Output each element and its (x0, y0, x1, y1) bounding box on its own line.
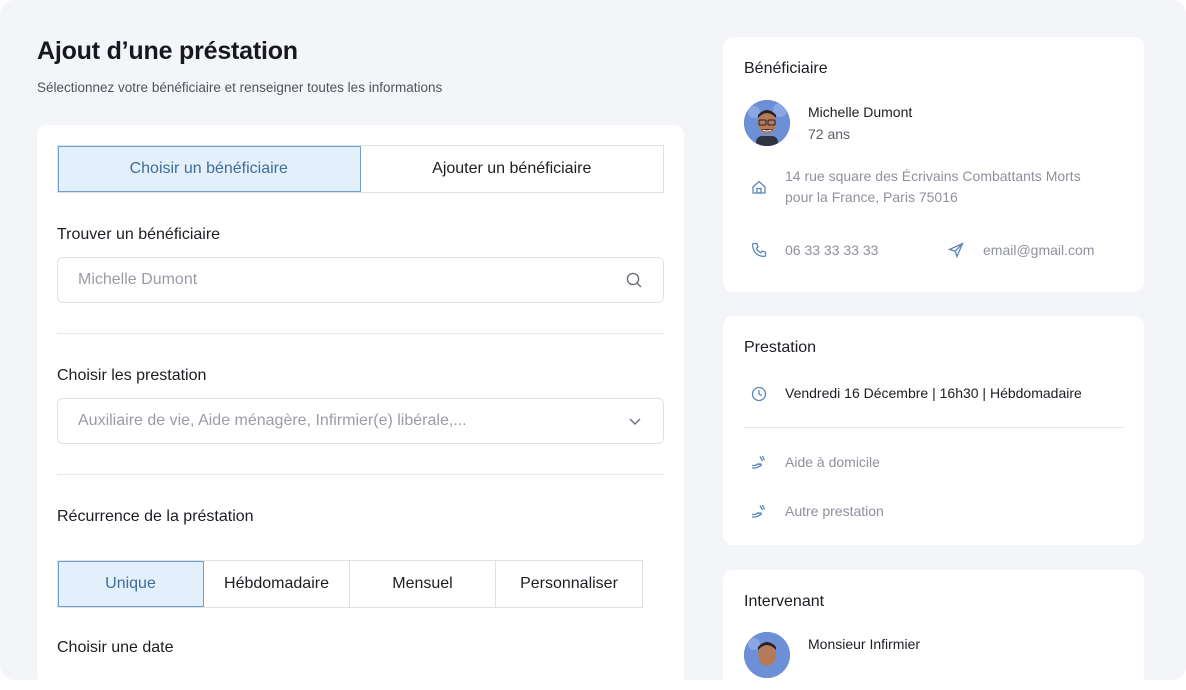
intervenant-card-title: Intervenant (744, 593, 825, 610)
services-label: Choisir les prestation (57, 367, 207, 384)
page-title: Ajout d’une préstation (37, 37, 298, 65)
recurrence-unique[interactable]: Unique (58, 561, 204, 607)
prestation-item-2: Autre prestation (785, 503, 884, 519)
beneficiary-mode-switch: Choisir un bénéficiaire Ajouter un bénéf… (57, 145, 664, 193)
card-divider (744, 427, 1124, 428)
prestation-form: Choisir un bénéficiaire Ajouter un bénéf… (37, 125, 684, 685)
form-divider (57, 474, 664, 475)
chevron-down-icon (629, 418, 641, 425)
recurrence-monthly[interactable]: Mensuel (350, 561, 496, 607)
intervenant-summary-card: Intervenant Monsieur Infirmier (723, 570, 1144, 690)
beneficiary-search-input[interactable]: Michelle Dumont (57, 257, 664, 303)
prestation-card-title: Prestation (744, 339, 817, 356)
beneficiary-age: 72 ans (808, 126, 851, 142)
beneficiary-address-line2: pour la France, Paris 75016 (785, 189, 958, 205)
beneficiary-address-line1: 14 rue square des Écrivains Combattants … (785, 168, 1081, 184)
beneficiary-summary-card: Bénéficiaire Michelle Dumont 72 ans 14 r… (723, 37, 1144, 292)
beneficiary-name: Michelle Dumont (808, 104, 913, 120)
beneficiary-phone: 06 33 33 33 33 (785, 242, 879, 258)
prestation-schedule: Vendredi 16 Décembre | 16h30 | Hébdomada… (785, 385, 1082, 401)
avatar (744, 632, 790, 678)
page-subtitle: Sélectionnez votre bénéficiaire et rense… (37, 80, 443, 95)
send-icon (947, 242, 964, 259)
home-icon (752, 180, 766, 194)
beneficiary-search-placeholder: Michelle Dumont (78, 271, 198, 288)
prestation-summary-card: Prestation Vendredi 16 Décembre | 16h30 … (723, 316, 1144, 545)
find-beneficiary-label: Trouver un bénéficiaire (57, 226, 221, 243)
recurrence-custom[interactable]: Personnaliser (496, 561, 642, 607)
services-select[interactable]: Auxiliaire de vie, Aide ménagère, Infirm… (57, 398, 664, 444)
recurrence-label: Récurrence de la préstation (57, 508, 254, 525)
beneficiary-email[interactable]: email@gmail.com (983, 240, 1094, 261)
prestation-item-1: Aide à domicile (785, 454, 880, 470)
recurrence-switch: Unique Hébdomadaire Mensuel Personnalise… (57, 560, 643, 608)
phone-icon (751, 242, 767, 258)
recurrence-weekly[interactable]: Hébdomadaire (204, 561, 350, 607)
hand-service-icon (752, 455, 766, 469)
search-icon (626, 272, 642, 288)
form-divider (57, 333, 664, 334)
avatar (744, 100, 790, 146)
app-frame: Ajout d’une préstation Sélectionnez votr… (0, 0, 1186, 690)
services-placeholder: Auxiliaire de vie, Aide ménagère, Infirm… (78, 412, 467, 429)
clock-icon (751, 386, 767, 402)
choose-beneficiary-tab[interactable]: Choisir un bénéficiaire (58, 146, 361, 192)
add-beneficiary-tab[interactable]: Ajouter un bénéficiaire (361, 146, 664, 192)
date-label: Choisir une date (57, 639, 174, 656)
hand-service-icon (752, 504, 766, 518)
beneficiary-card-title: Bénéficiaire (744, 60, 828, 77)
